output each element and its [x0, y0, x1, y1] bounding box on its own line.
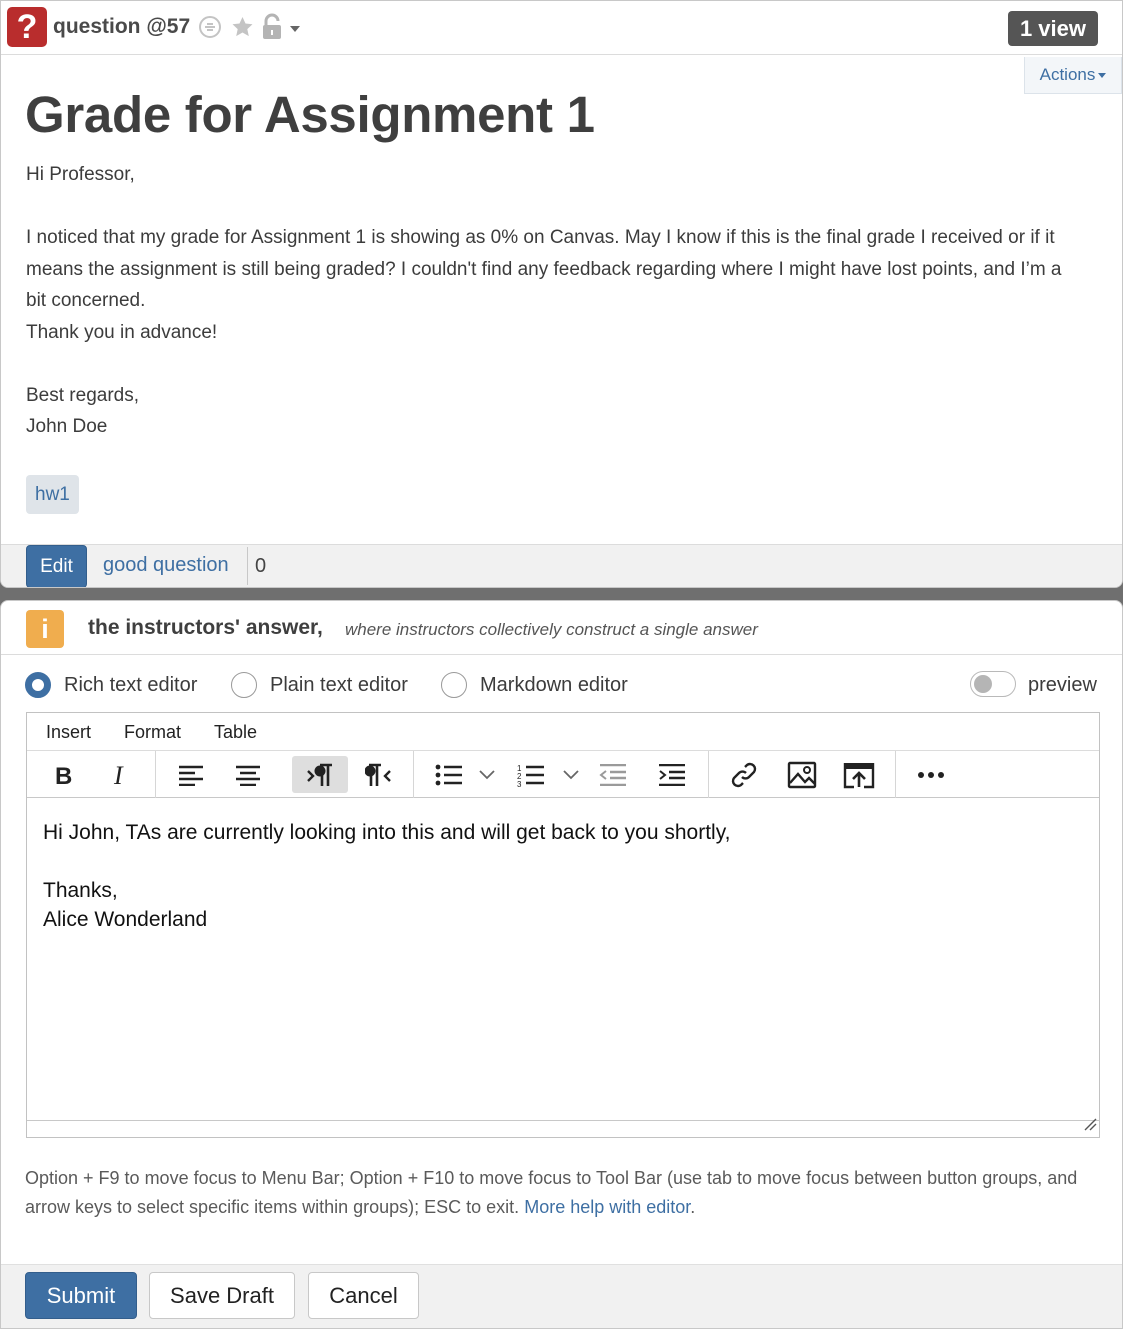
help-period: . [690, 1197, 696, 1217]
submit-button[interactable]: Submit [25, 1272, 137, 1319]
body-line: John Doe [26, 416, 108, 437]
answer-header: i the instructors' answer, where instruc… [1, 601, 1122, 655]
body-line [26, 191, 1086, 223]
svg-text:B: B [55, 763, 72, 787]
editor-line: Thanks, [43, 879, 118, 902]
toolbar-group-more [896, 751, 976, 798]
chevron-down-icon[interactable] [290, 21, 300, 39]
question-title: Grade for Assignment 1 [25, 86, 595, 143]
preview-label: preview [1028, 674, 1097, 696]
radio-circle[interactable] [441, 672, 467, 698]
editor-toolbar: B I 1 2 3 [27, 751, 1099, 798]
align-center-icon[interactable] [220, 756, 276, 793]
numbered-list-icon[interactable]: 123 [503, 756, 559, 793]
ltr-icon[interactable] [292, 756, 348, 793]
radio-label: Plain text editor [270, 674, 408, 696]
question-mark-icon: ? [7, 7, 47, 47]
star-icon[interactable] [230, 15, 255, 44]
question-card: ? question @57 1 view Actions Grade for … [0, 0, 1123, 588]
toolbar-group-insert [709, 751, 896, 798]
body-line: I noticed that my grade for Assignment 1… [26, 227, 1062, 311]
italic-icon[interactable]: I [91, 756, 147, 793]
good-question-link[interactable]: good question [103, 554, 229, 577]
actions-dropdown[interactable]: Actions [1024, 57, 1122, 94]
numbered-list-dropdown-icon[interactable] [556, 756, 586, 793]
edit-button[interactable]: Edit [26, 545, 87, 587]
body-line: Hi Professor, [26, 164, 135, 185]
save-draft-button[interactable]: Save Draft [149, 1272, 295, 1319]
view-count-badge: 1 view [1007, 11, 1098, 46]
cancel-button[interactable]: Cancel [308, 1272, 419, 1319]
svg-text:I: I [113, 763, 124, 787]
menu-insert[interactable]: Insert [46, 722, 91, 743]
actions-label: Actions [1039, 65, 1096, 84]
radio-label: Rich text editor [64, 674, 198, 696]
editor-statusbar [27, 1117, 1099, 1137]
answer-subtitle: where instructors collectively construct… [345, 620, 758, 639]
menu-format[interactable]: Format [124, 722, 181, 743]
image-icon[interactable] [774, 756, 830, 793]
good-question-count: 0 [247, 547, 266, 585]
question-number: question @57 [53, 15, 191, 38]
more-icon[interactable] [903, 756, 959, 793]
resize-handle-icon[interactable] [1083, 1117, 1097, 1136]
editor-help-text: Option + F9 to move focus to Menu Bar; O… [25, 1164, 1085, 1222]
toggle-knob [974, 675, 992, 693]
toolbar-group-alignment [156, 751, 414, 798]
answer-title: the instructors' answer, [88, 616, 323, 639]
toolbar-group-text-style: B I [27, 751, 156, 798]
caret-down-icon [1098, 73, 1107, 79]
body-line [26, 348, 1086, 380]
radio-label: Markdown editor [480, 674, 628, 696]
toolbar-group-lists: 123 [414, 751, 709, 798]
question-body: Hi Professor, I noticed that my grade fo… [26, 159, 1086, 443]
bullet-list-dropdown-icon[interactable] [472, 756, 502, 793]
link-icon[interactable] [198, 15, 222, 44]
radio-circle[interactable] [25, 672, 51, 698]
question-header: ? question @57 1 view [1, 1, 1122, 55]
menu-table[interactable]: Table [214, 722, 257, 743]
folder-tag-hw1[interactable]: hw1 [26, 475, 79, 514]
editor-line: Alice Wonderland [43, 908, 208, 931]
editor-content-area[interactable]: Hi John, TAs are currently looking into … [27, 798, 1099, 1120]
editor-line: Hi John, TAs are currently looking into … [43, 821, 731, 844]
bullet-list-icon[interactable] [421, 756, 477, 793]
indent-icon[interactable] [644, 756, 700, 793]
rtl-icon[interactable] [350, 756, 406, 793]
editor-menubar: Insert Format Table [27, 713, 1099, 751]
answer-card: i the instructors' answer, where instruc… [0, 600, 1123, 1329]
lock-icon[interactable] [261, 13, 283, 46]
answer-footer: Submit Save Draft Cancel [1, 1264, 1122, 1328]
question-footer: Edit good question 0 [1, 544, 1122, 587]
radio-circle[interactable] [231, 672, 257, 698]
align-left-icon[interactable] [163, 756, 219, 793]
rich-text-editor: Insert Format Table B I 1 2 3 Hi John, T… [26, 712, 1100, 1138]
preview-toggle[interactable] [970, 671, 1016, 697]
svg-text:3: 3 [517, 780, 522, 787]
upload-icon[interactable] [831, 756, 887, 793]
body-line: Thank you in advance! [26, 321, 218, 343]
info-icon: i [26, 610, 64, 648]
outdent-icon[interactable] [585, 756, 641, 793]
more-help-link[interactable]: More help with editor [524, 1197, 690, 1217]
body-line: Best regards, [26, 384, 139, 406]
editor-line [43, 847, 1083, 876]
bold-icon[interactable]: B [35, 756, 91, 793]
link-icon[interactable] [716, 756, 772, 793]
